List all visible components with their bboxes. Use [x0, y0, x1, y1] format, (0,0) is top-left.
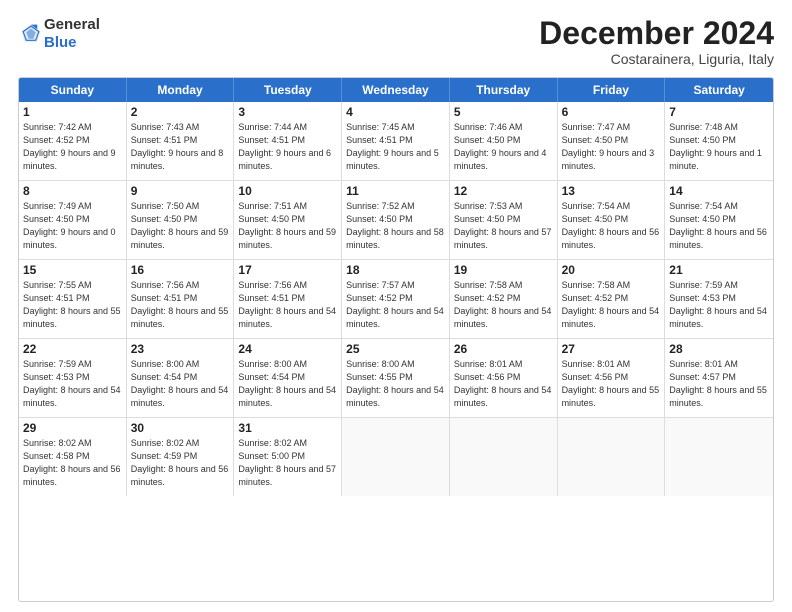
day-19: 19 Sunrise: 7:58 AM Sunset: 4:52 PM Dayl…: [450, 260, 558, 338]
day-30: 30 Sunrise: 8:02 AM Sunset: 4:59 PM Dayl…: [127, 418, 235, 496]
day-11: 11 Sunrise: 7:52 AM Sunset: 4:50 PM Dayl…: [342, 181, 450, 259]
title-section: December 2024 Costarainera, Liguria, Ita…: [539, 16, 774, 67]
day-num-7: 7: [669, 105, 769, 119]
header-thursday: Thursday: [450, 78, 558, 102]
day-5-info: Sunrise: 7:46 AM Sunset: 4:50 PM Dayligh…: [454, 121, 553, 173]
day-1: 1 Sunrise: 7:42 AM Sunset: 4:52 PM Dayli…: [19, 102, 127, 180]
logo: General Blue: [18, 16, 100, 52]
day-29: 29 Sunrise: 8:02 AM Sunset: 4:58 PM Dayl…: [19, 418, 127, 496]
day-20: 20 Sunrise: 7:58 AM Sunset: 4:52 PM Dayl…: [558, 260, 666, 338]
day-3-info: Sunrise: 7:44 AM Sunset: 4:51 PM Dayligh…: [238, 121, 337, 173]
day-num-4: 4: [346, 105, 445, 119]
day-6-info: Sunrise: 7:47 AM Sunset: 4:50 PM Dayligh…: [562, 121, 661, 173]
header-sunday: Sunday: [19, 78, 127, 102]
day-21: 21 Sunrise: 7:59 AM Sunset: 4:53 PM Dayl…: [665, 260, 773, 338]
header-friday: Friday: [558, 78, 666, 102]
day-31: 31 Sunrise: 8:02 AM Sunset: 5:00 PM Dayl…: [234, 418, 342, 496]
logo-blue: Blue: [44, 34, 100, 52]
calendar-body: 1 Sunrise: 7:42 AM Sunset: 4:52 PM Dayli…: [19, 102, 773, 496]
calendar: Sunday Monday Tuesday Wednesday Thursday…: [18, 77, 774, 602]
day-empty-3: [558, 418, 666, 496]
day-18: 18 Sunrise: 7:57 AM Sunset: 4:52 PM Dayl…: [342, 260, 450, 338]
day-16: 16 Sunrise: 7:56 AM Sunset: 4:51 PM Dayl…: [127, 260, 235, 338]
day-num-5: 5: [454, 105, 553, 119]
day-13: 13 Sunrise: 7:54 AM Sunset: 4:50 PM Dayl…: [558, 181, 666, 259]
month-title: December 2024: [539, 16, 774, 51]
calendar-header: Sunday Monday Tuesday Wednesday Thursday…: [19, 78, 773, 102]
header-tuesday: Tuesday: [234, 78, 342, 102]
day-empty-2: [450, 418, 558, 496]
day-4-info: Sunrise: 7:45 AM Sunset: 4:51 PM Dayligh…: [346, 121, 445, 173]
day-22: 22 Sunrise: 7:59 AM Sunset: 4:53 PM Dayl…: [19, 339, 127, 417]
day-25: 25 Sunrise: 8:00 AM Sunset: 4:55 PM Dayl…: [342, 339, 450, 417]
day-num-2: 2: [131, 105, 230, 119]
day-4: 4 Sunrise: 7:45 AM Sunset: 4:51 PM Dayli…: [342, 102, 450, 180]
day-empty-4: [665, 418, 773, 496]
day-3: 3 Sunrise: 7:44 AM Sunset: 4:51 PM Dayli…: [234, 102, 342, 180]
location: Costarainera, Liguria, Italy: [539, 51, 774, 67]
logo-text: General Blue: [44, 16, 100, 52]
page: General Blue December 2024 Costarainera,…: [0, 0, 792, 612]
day-8: 8 Sunrise: 7:49 AM Sunset: 4:50 PM Dayli…: [19, 181, 127, 259]
day-17: 17 Sunrise: 7:56 AM Sunset: 4:51 PM Dayl…: [234, 260, 342, 338]
day-23: 23 Sunrise: 8:00 AM Sunset: 4:54 PM Dayl…: [127, 339, 235, 417]
day-27: 27 Sunrise: 8:01 AM Sunset: 4:56 PM Dayl…: [558, 339, 666, 417]
day-12: 12 Sunrise: 7:53 AM Sunset: 4:50 PM Dayl…: [450, 181, 558, 259]
week-row-1: 1 Sunrise: 7:42 AM Sunset: 4:52 PM Dayli…: [19, 102, 773, 180]
logo-icon: [20, 23, 42, 45]
day-2-info: Sunrise: 7:43 AM Sunset: 4:51 PM Dayligh…: [131, 121, 230, 173]
header: General Blue December 2024 Costarainera,…: [18, 16, 774, 67]
header-saturday: Saturday: [665, 78, 773, 102]
day-empty-1: [342, 418, 450, 496]
week-row-5: 29 Sunrise: 8:02 AM Sunset: 4:58 PM Dayl…: [19, 417, 773, 496]
day-10: 10 Sunrise: 7:51 AM Sunset: 4:50 PM Dayl…: [234, 181, 342, 259]
week-row-4: 22 Sunrise: 7:59 AM Sunset: 4:53 PM Dayl…: [19, 338, 773, 417]
day-1-info: Sunrise: 7:42 AM Sunset: 4:52 PM Dayligh…: [23, 121, 122, 173]
day-2: 2 Sunrise: 7:43 AM Sunset: 4:51 PM Dayli…: [127, 102, 235, 180]
day-9: 9 Sunrise: 7:50 AM Sunset: 4:50 PM Dayli…: [127, 181, 235, 259]
day-26: 26 Sunrise: 8:01 AM Sunset: 4:56 PM Dayl…: [450, 339, 558, 417]
week-row-3: 15 Sunrise: 7:55 AM Sunset: 4:51 PM Dayl…: [19, 259, 773, 338]
day-6: 6 Sunrise: 7:47 AM Sunset: 4:50 PM Dayli…: [558, 102, 666, 180]
day-num-6: 6: [562, 105, 661, 119]
week-row-2: 8 Sunrise: 7:49 AM Sunset: 4:50 PM Dayli…: [19, 180, 773, 259]
day-5: 5 Sunrise: 7:46 AM Sunset: 4:50 PM Dayli…: [450, 102, 558, 180]
day-7: 7 Sunrise: 7:48 AM Sunset: 4:50 PM Dayli…: [665, 102, 773, 180]
header-wednesday: Wednesday: [342, 78, 450, 102]
day-28: 28 Sunrise: 8:01 AM Sunset: 4:57 PM Dayl…: [665, 339, 773, 417]
day-num-1: 1: [23, 105, 122, 119]
day-24: 24 Sunrise: 8:00 AM Sunset: 4:54 PM Dayl…: [234, 339, 342, 417]
header-monday: Monday: [127, 78, 235, 102]
day-14: 14 Sunrise: 7:54 AM Sunset: 4:50 PM Dayl…: [665, 181, 773, 259]
day-15: 15 Sunrise: 7:55 AM Sunset: 4:51 PM Dayl…: [19, 260, 127, 338]
day-7-info: Sunrise: 7:48 AM Sunset: 4:50 PM Dayligh…: [669, 121, 769, 173]
logo-general: General: [44, 16, 100, 34]
day-num-3: 3: [238, 105, 337, 119]
